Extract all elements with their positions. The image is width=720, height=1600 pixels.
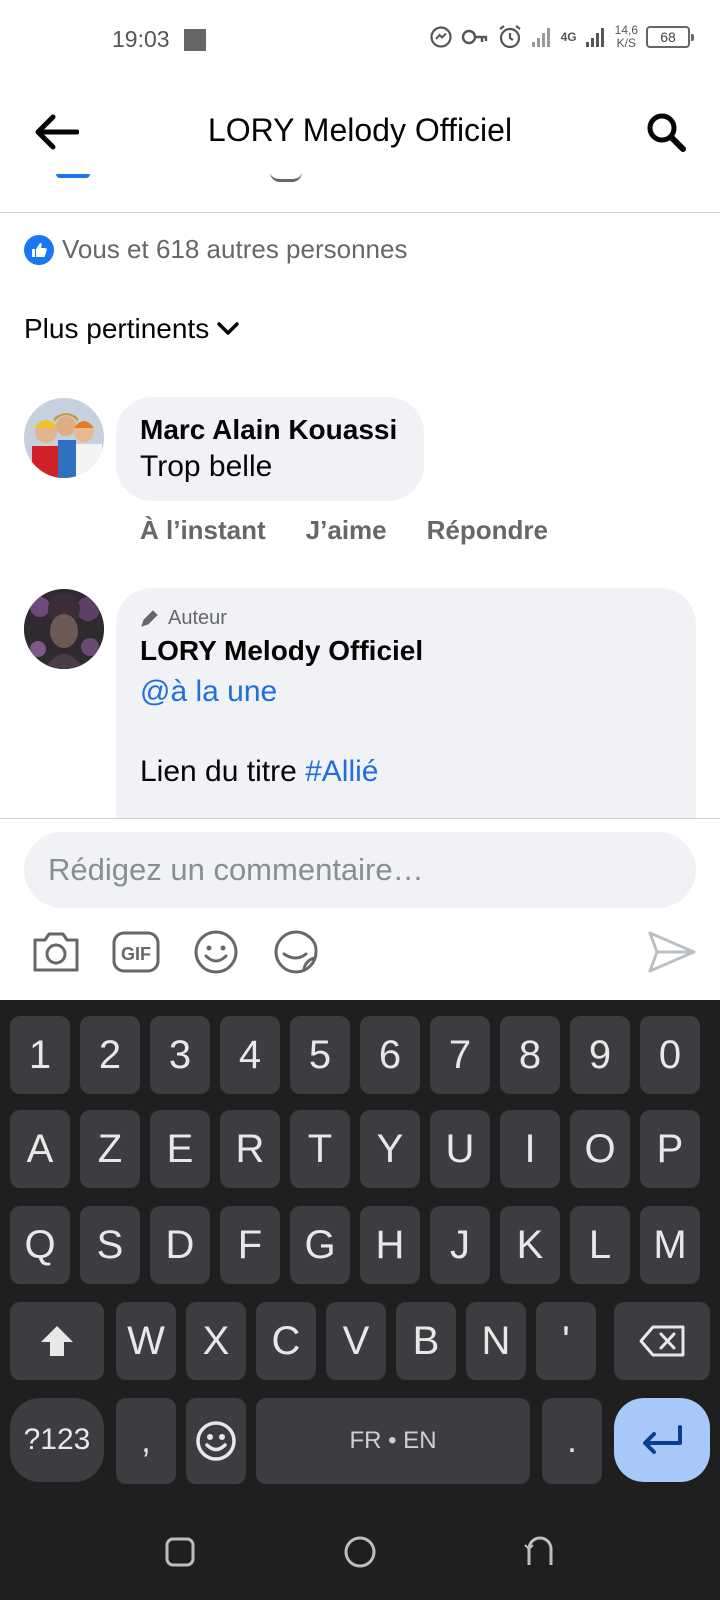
enter-icon xyxy=(643,1425,682,1454)
like-button[interactable]: J’aime xyxy=(306,515,387,546)
comment-author[interactable]: Marc Alain Kouassi xyxy=(140,413,400,447)
hashtag-link[interactable]: #Allié xyxy=(305,755,378,788)
comment-bubble[interactable]: Marc Alain Kouassi Trop belle xyxy=(116,397,424,501)
letter-key-8[interactable]: O xyxy=(570,1110,630,1188)
letter-key-0[interactable]: Q xyxy=(10,1206,70,1284)
letter-key-5[interactable]: N xyxy=(466,1302,526,1380)
number-key-3[interactable]: 4 xyxy=(220,1016,280,1094)
circle-icon xyxy=(344,1536,376,1568)
letter-key-9[interactable]: P xyxy=(640,1110,700,1188)
letter-key-2[interactable]: E xyxy=(150,1110,210,1188)
letter-key-0[interactable]: A xyxy=(10,1110,70,1188)
reply-button[interactable]: Répondre xyxy=(427,515,548,546)
letter-key-3[interactable]: V xyxy=(326,1302,386,1380)
gif-button[interactable]: GIF xyxy=(108,924,164,980)
back-nav-button[interactable] xyxy=(510,1522,570,1582)
letter-key-2[interactable]: C xyxy=(256,1302,316,1380)
avatar[interactable] xyxy=(24,398,104,478)
symbols-key[interactable]: ?123 xyxy=(10,1398,104,1482)
letter-key-1[interactable]: X xyxy=(186,1302,246,1380)
author-badge: Auteur xyxy=(140,606,672,630)
comments-list: Marc Alain Kouassi Trop belle À l’instan… xyxy=(0,0,720,818)
space-key[interactable]: FR • EN xyxy=(256,1398,530,1484)
composer-tools: GIF xyxy=(0,924,720,984)
sticker-button[interactable] xyxy=(268,924,324,980)
letter-key-6[interactable]: ' xyxy=(536,1302,596,1380)
emoji-button[interactable] xyxy=(188,924,244,980)
pencil-icon xyxy=(141,610,158,627)
home-button[interactable] xyxy=(330,1522,390,1582)
square-icon xyxy=(165,1537,195,1567)
letter-key-3[interactable]: F xyxy=(220,1206,280,1284)
sticker-icon xyxy=(274,930,318,974)
period-key[interactable]: . xyxy=(542,1398,602,1484)
letter-key-1[interactable]: S xyxy=(80,1206,140,1284)
avatar[interactable] xyxy=(24,589,104,669)
letter-key-6[interactable]: J xyxy=(430,1206,490,1284)
letter-key-5[interactable]: Y xyxy=(360,1110,420,1188)
mention-link[interactable]: @à la une xyxy=(140,670,672,714)
gif-icon: GIF xyxy=(112,931,160,973)
enter-key[interactable] xyxy=(614,1398,710,1482)
back-arch-icon xyxy=(524,1536,553,1565)
author-badge-label: Auteur xyxy=(168,607,227,629)
number-key-5[interactable]: 6 xyxy=(360,1016,420,1094)
letter-key-8[interactable]: L xyxy=(570,1206,630,1284)
camera-button[interactable] xyxy=(28,924,84,980)
letter-key-9[interactable]: M xyxy=(640,1206,700,1284)
recents-button[interactable] xyxy=(150,1522,210,1582)
system-nav-bar xyxy=(0,1500,720,1600)
comment-text: Trop belle xyxy=(140,450,273,483)
letter-key-3[interactable]: R xyxy=(220,1110,280,1188)
comment-bubble[interactable]: Auteur LORY Melody Officiel @à la une Li… xyxy=(116,588,696,818)
letter-key-7[interactable]: K xyxy=(500,1206,560,1284)
letter-key-4[interactable]: T xyxy=(290,1110,350,1188)
letter-key-0[interactable]: W xyxy=(116,1302,176,1380)
letter-key-1[interactable]: Z xyxy=(80,1110,140,1188)
comment-author[interactable]: LORY Melody Officiel xyxy=(140,632,672,670)
number-key-1[interactable]: 2 xyxy=(80,1016,140,1094)
comment-input[interactable] xyxy=(24,832,696,908)
number-key-6[interactable]: 7 xyxy=(430,1016,490,1094)
number-key-4[interactable]: 5 xyxy=(290,1016,350,1094)
comma-key[interactable]: , xyxy=(116,1398,176,1484)
number-key-9[interactable]: 0 xyxy=(640,1016,700,1094)
shift-icon xyxy=(41,1326,73,1356)
smiley-icon xyxy=(194,930,238,974)
letter-key-4[interactable]: G xyxy=(290,1206,350,1284)
backspace-icon xyxy=(639,1325,685,1357)
letter-key-6[interactable]: U xyxy=(430,1110,490,1188)
divider xyxy=(0,818,720,819)
letter-key-5[interactable]: H xyxy=(360,1206,420,1284)
comment-timestamp: À l’instant xyxy=(140,515,266,545)
comment-actions: À l’instant J’aime Répondre xyxy=(140,515,548,546)
backspace-key[interactable] xyxy=(614,1302,710,1380)
send-icon xyxy=(648,931,696,973)
number-key-0[interactable]: 1 xyxy=(10,1016,70,1094)
letter-key-4[interactable]: B xyxy=(396,1302,456,1380)
emoji-key[interactable] xyxy=(186,1398,246,1484)
number-key-2[interactable]: 3 xyxy=(150,1016,210,1094)
camera-icon xyxy=(33,932,79,972)
shift-key[interactable] xyxy=(10,1302,104,1380)
comment-text: Lien du titre #Allié xyxy=(140,752,672,792)
send-button[interactable] xyxy=(644,924,700,980)
smiley-icon xyxy=(196,1421,236,1461)
number-key-7[interactable]: 8 xyxy=(500,1016,560,1094)
comment-body-text: Lien du titre xyxy=(140,755,306,788)
svg-text:GIF: GIF xyxy=(121,944,151,964)
letter-key-7[interactable]: I xyxy=(500,1110,560,1188)
letter-key-2[interactable]: D xyxy=(150,1206,210,1284)
number-key-8[interactable]: 9 xyxy=(570,1016,630,1094)
